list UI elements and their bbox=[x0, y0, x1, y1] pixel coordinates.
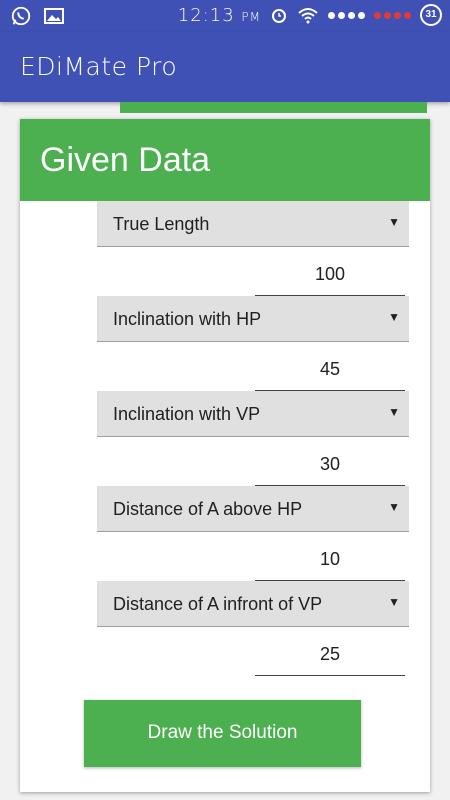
dropdown-arrow-icon: ▼ bbox=[388, 500, 400, 514]
dropdown-arrow-icon: ▼ bbox=[388, 405, 400, 419]
wifi-icon bbox=[298, 8, 318, 24]
draw-solution-label: Draw the Solution bbox=[147, 722, 298, 743]
dropdown-label: Distance of A infront of VP bbox=[113, 594, 323, 614]
input-value: 10 bbox=[319, 549, 341, 569]
dropdown-arrow-icon: ▼ bbox=[388, 310, 400, 324]
dropdown-inclination-hp[interactable]: Inclination with HP ▼ bbox=[97, 296, 409, 342]
alarm-icon bbox=[272, 9, 286, 23]
dropdown-true-length[interactable]: True Length ▼ bbox=[97, 201, 409, 247]
clock: 12:13 PM bbox=[177, 4, 261, 26]
input-value: 25 bbox=[319, 644, 341, 664]
dropdown-distance-above-hp[interactable]: Distance of A above HP ▼ bbox=[97, 486, 409, 532]
input-value: 30 bbox=[319, 454, 341, 474]
image-icon bbox=[44, 8, 64, 24]
input-inclination-vp[interactable]: 30 bbox=[255, 446, 405, 486]
signal-icon bbox=[328, 11, 365, 19]
dropdown-label: Inclination with HP bbox=[113, 309, 262, 329]
dropdown-label: True Length bbox=[113, 214, 210, 234]
input-distance-above-hp[interactable]: 10 bbox=[255, 541, 405, 581]
previous-card-edge bbox=[120, 102, 427, 113]
dropdown-inclination-vp[interactable]: Inclination with VP ▼ bbox=[97, 391, 409, 437]
input-distance-infront-vp[interactable]: 25 bbox=[255, 636, 405, 676]
card-title: Given Data bbox=[40, 141, 211, 179]
battery-icon: 31 bbox=[420, 4, 442, 26]
status-bar: 12:13 PM 31 bbox=[0, 0, 450, 32]
card-header: Given Data bbox=[20, 119, 430, 201]
whatsapp-icon bbox=[11, 6, 31, 26]
input-inclination-hp[interactable]: 45 bbox=[255, 351, 405, 391]
dropdown-arrow-icon: ▼ bbox=[388, 595, 400, 609]
dropdown-label: Inclination with VP bbox=[113, 404, 261, 424]
input-value: 45 bbox=[319, 359, 341, 379]
app-bar: EDiMate Pro bbox=[0, 32, 450, 102]
input-value: 100 bbox=[314, 264, 346, 284]
dropdown-label: Distance of A above HP bbox=[113, 499, 303, 519]
given-data-card: Given Data True Length ▼ 100 Inclination… bbox=[20, 119, 430, 792]
dropdown-distance-infront-vp[interactable]: Distance of A infront of VP ▼ bbox=[97, 581, 409, 627]
dropdown-arrow-icon: ▼ bbox=[388, 215, 400, 229]
app-title: EDiMate Pro bbox=[20, 52, 178, 81]
input-true-length[interactable]: 100 bbox=[255, 256, 405, 296]
signal-icon-secondary bbox=[374, 11, 411, 19]
draw-solution-button[interactable]: Draw the Solution bbox=[84, 700, 361, 767]
